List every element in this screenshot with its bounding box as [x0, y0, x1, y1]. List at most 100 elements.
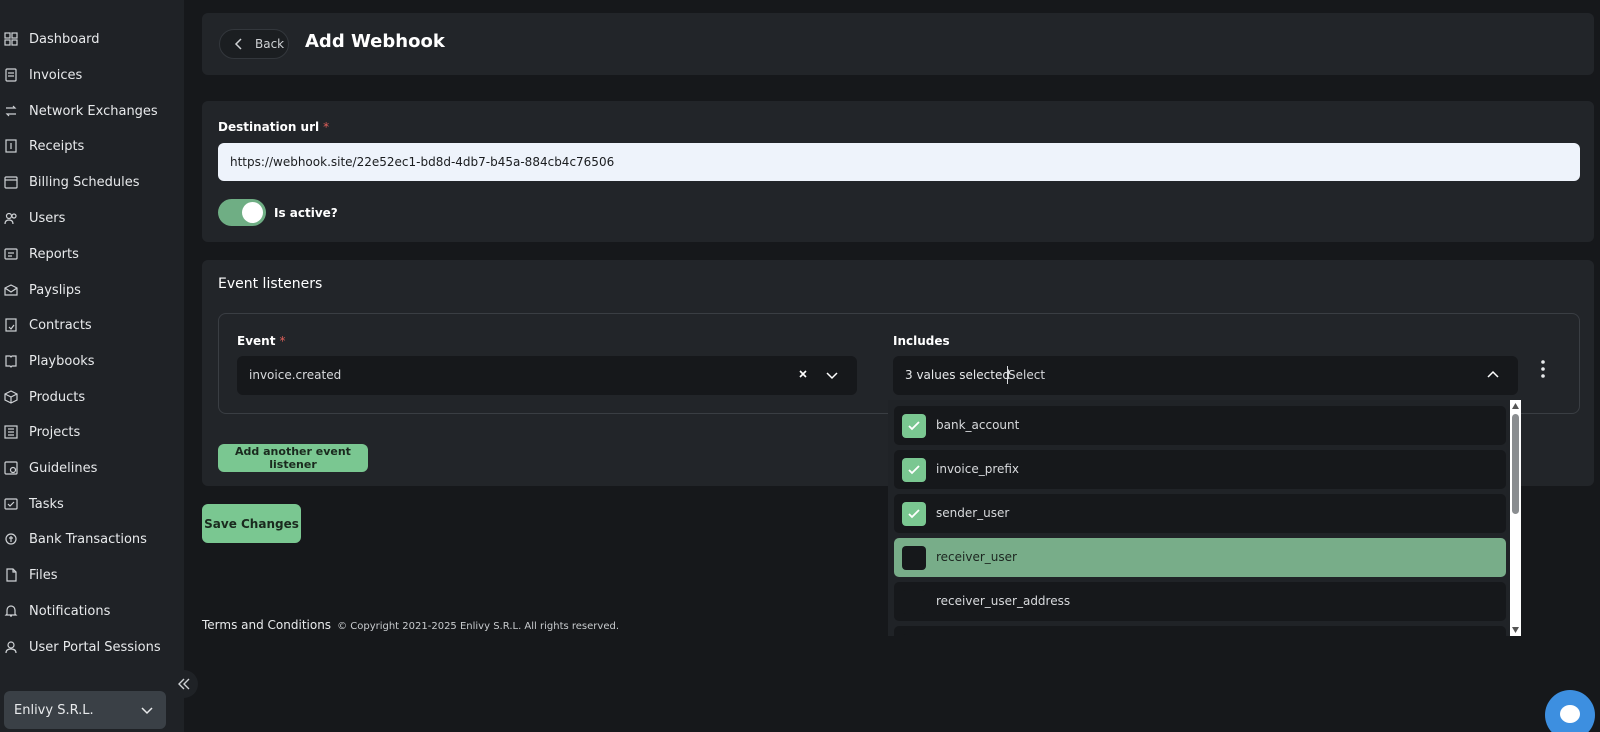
sidebar-item-invoices[interactable]: Invoices	[0, 57, 184, 93]
sidebar-item-files[interactable]: Files	[0, 557, 184, 593]
option-label: bank_account	[936, 418, 1020, 432]
organization-select[interactable]: Enlivy S.R.L.	[4, 691, 166, 729]
sidebar-item-network-exchanges[interactable]: Network Exchanges	[0, 93, 184, 129]
sidebar-item-notifications[interactable]: Notifications	[0, 593, 184, 629]
includes-selected-count: 3 values selected	[905, 368, 1010, 382]
is-active-toggle[interactable]	[218, 199, 266, 226]
sidebar-item-dashboard[interactable]: Dashboard	[0, 21, 184, 57]
includes-multiselect[interactable]: 3 values selected Select	[893, 356, 1518, 395]
sidebar-item-receipts[interactable]: Receipts	[0, 128, 184, 164]
sidebar-item-label: Invoices	[29, 67, 83, 83]
includes-search-input[interactable]: Select	[1008, 368, 1045, 382]
double-chevron-left-icon	[178, 678, 190, 690]
sidebar-item-label: Payslips	[29, 282, 81, 298]
organization-name: Enlivy S.R.L.	[14, 702, 94, 718]
event-label: Event *	[237, 334, 286, 348]
check-icon	[908, 509, 920, 519]
guideline-icon	[4, 461, 18, 475]
dropdown-option-invoice-prefix[interactable]: invoice_prefix	[894, 450, 1506, 489]
toggle-knob	[242, 202, 263, 223]
scrollbar-thumb[interactable]	[1512, 414, 1519, 514]
back-button[interactable]: Back	[219, 29, 289, 59]
checkbox-unchecked[interactable]	[902, 590, 926, 614]
chevron-up-icon[interactable]	[1486, 368, 1500, 382]
sidebar-item-reports[interactable]: Reports	[0, 236, 184, 272]
sidebar-item-bank-transactions[interactable]: Bank Transactions	[0, 521, 184, 557]
sidebar-item-label: Tasks	[29, 496, 64, 512]
event-listener-row: Event * invoice.created Includes 3 values…	[218, 313, 1580, 414]
session-icon	[4, 640, 18, 654]
bank-icon	[4, 532, 18, 546]
more-options-icon[interactable]	[1537, 358, 1549, 382]
scroll-up-arrow-icon[interactable]	[1512, 403, 1519, 409]
dropdown-option-receiver-user[interactable]: receiver_user	[894, 538, 1506, 577]
sidebar-item-label: Notifications	[29, 603, 111, 619]
checkbox-checked[interactable]	[902, 414, 926, 438]
chat-icon	[1560, 705, 1580, 723]
sidebar-item-projects[interactable]: Projects	[0, 414, 184, 450]
sidebar-item-guidelines[interactable]: Guidelines	[0, 450, 184, 486]
save-changes-button[interactable]: Save Changes	[202, 504, 301, 543]
destination-url-label: Destination url *	[218, 120, 330, 134]
required-mark: *	[323, 120, 330, 134]
collapse-sidebar-button[interactable]	[170, 670, 198, 698]
chevron-down-icon	[140, 703, 154, 717]
dropdown-option-partial[interactable]	[894, 626, 1506, 636]
checkbox-unchecked[interactable]	[902, 546, 926, 570]
chevron-down-icon[interactable]	[825, 368, 839, 382]
dropdown-scrollbar[interactable]	[1510, 400, 1521, 636]
contract-icon	[4, 318, 18, 332]
checkbox-unchecked[interactable]	[902, 634, 926, 636]
sidebar-item-label: Users	[29, 210, 66, 226]
check-icon	[908, 421, 920, 431]
receipt-icon	[4, 139, 18, 153]
sidebar-item-payslips[interactable]: Payslips	[0, 272, 184, 308]
sidebar-item-products[interactable]: Products	[0, 379, 184, 415]
section-title: Event listeners	[218, 276, 323, 292]
sidebar-item-label: Contracts	[29, 317, 92, 333]
report-icon	[4, 247, 18, 261]
destination-url-input[interactable]	[218, 143, 1580, 181]
sidebar-item-label: Billing Schedules	[29, 174, 140, 190]
payslip-icon	[4, 283, 18, 297]
destination-section: Destination url* Is active?	[202, 101, 1594, 242]
dropdown-option-bank-account[interactable]: bank_account	[894, 406, 1506, 445]
is-active-label: Is active?	[274, 206, 338, 220]
copyright: © Copyright 2021-2025 Enlivy S.R.L. All …	[337, 621, 619, 632]
add-event-listener-button[interactable]: Add another event listener	[218, 444, 368, 472]
book-icon	[4, 354, 18, 368]
sidebar-item-label: Receipts	[29, 138, 85, 154]
scroll-down-arrow-icon[interactable]	[1512, 627, 1519, 633]
sidebar-item-label: Bank Transactions	[29, 531, 147, 547]
sidebar-item-label: Files	[29, 567, 58, 583]
sidebar-item-billing-schedules[interactable]: Billing Schedules	[0, 164, 184, 200]
event-select[interactable]: invoice.created	[237, 356, 857, 395]
sidebar-item-label: Dashboard	[29, 31, 100, 47]
terms-link[interactable]: Terms and Conditions	[202, 618, 331, 632]
back-label: Back	[255, 37, 285, 51]
sidebar-item-users[interactable]: Users	[0, 200, 184, 236]
sidebar-item-label: Network Exchanges	[29, 103, 158, 119]
footer: Terms and Conditions © Copyright 2021-202…	[202, 618, 619, 632]
sidebar-item-tasks[interactable]: Tasks	[0, 486, 184, 522]
app-root: Dashboard Invoices Network Exchanges Rec…	[0, 0, 1600, 732]
chat-support-button[interactable]	[1545, 690, 1595, 732]
sidebar-item-user-portal-sessions[interactable]: User Portal Sessions	[0, 629, 184, 665]
bell-icon	[4, 604, 18, 618]
sidebar-item-playbooks[interactable]: Playbooks	[0, 343, 184, 379]
dropdown-option-receiver-user-address[interactable]: receiver_user_address	[894, 582, 1506, 621]
event-select-value: invoice.created	[249, 368, 342, 382]
page-title: Add Webhook	[305, 31, 445, 52]
checkbox-checked[interactable]	[902, 458, 926, 482]
project-icon	[4, 425, 18, 439]
calendar-icon	[4, 175, 18, 189]
invoice-icon	[4, 68, 18, 82]
clear-icon[interactable]	[797, 368, 809, 380]
checkbox-checked[interactable]	[902, 502, 926, 526]
option-label: invoice_prefix	[936, 462, 1020, 476]
task-icon	[4, 497, 18, 511]
exchange-icon	[4, 104, 18, 118]
dropdown-option-sender-user[interactable]: sender_user	[894, 494, 1506, 533]
sidebar-item-contracts[interactable]: Contracts	[0, 307, 184, 343]
file-icon	[4, 568, 18, 582]
